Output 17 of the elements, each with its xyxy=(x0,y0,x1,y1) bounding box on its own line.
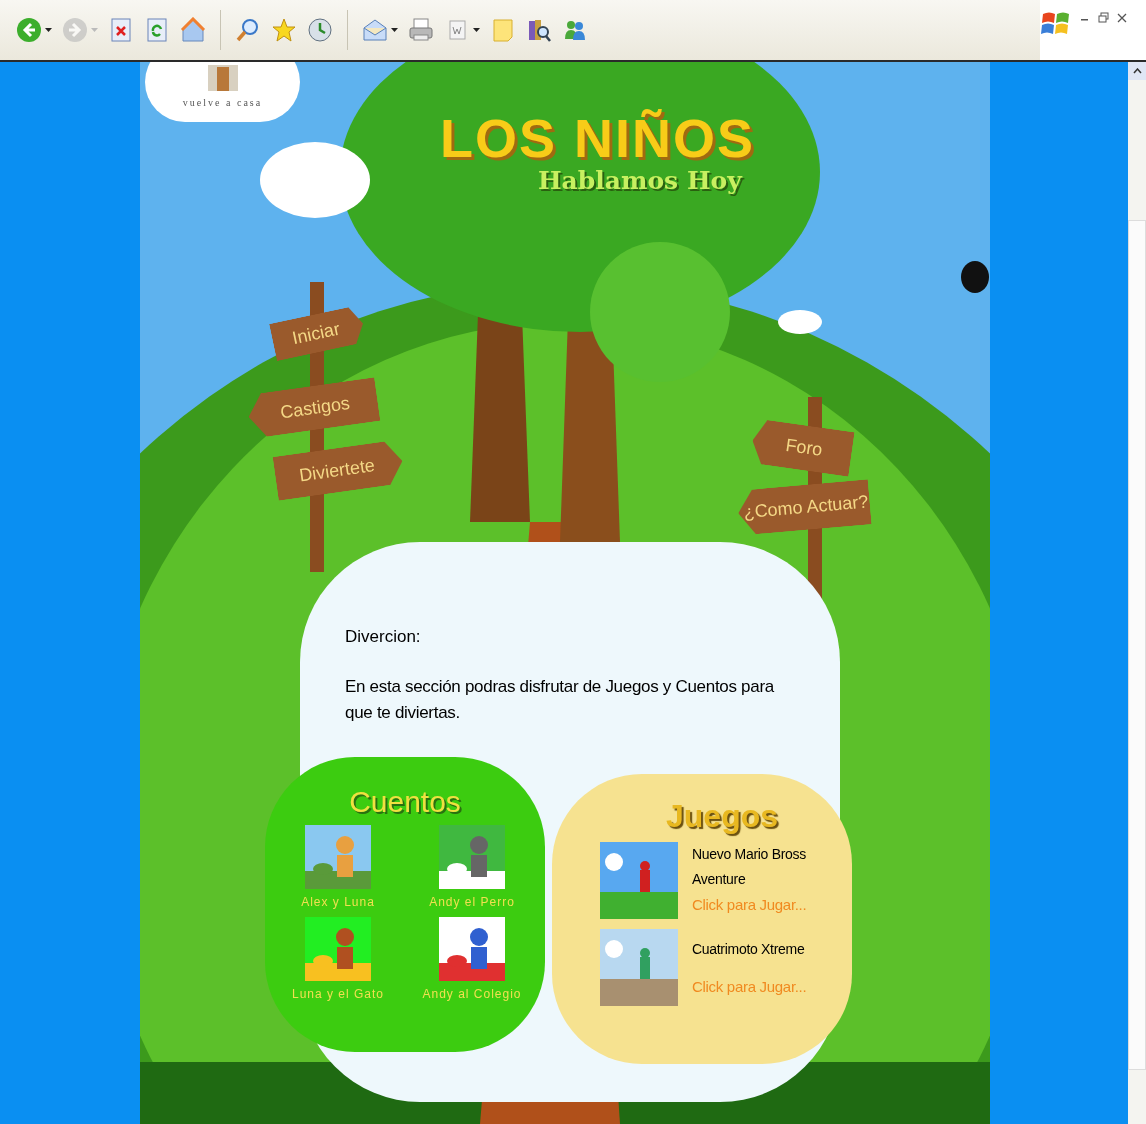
printer-icon[interactable] xyxy=(408,17,434,43)
dropdown-caret-icon[interactable] xyxy=(391,28,398,32)
stop-icon[interactable] xyxy=(108,17,134,43)
books-icon[interactable] xyxy=(526,17,552,43)
caret-icon xyxy=(1132,68,1142,74)
scroll-up-button[interactable] xyxy=(1128,62,1146,80)
scroll-thumb[interactable] xyxy=(1128,220,1146,1070)
star-icon[interactable] xyxy=(271,17,297,43)
scrollbar[interactable] xyxy=(1128,62,1146,1124)
history-icon[interactable] xyxy=(307,17,333,43)
close-icon[interactable] xyxy=(1117,12,1127,24)
dropdown-caret-icon[interactable] xyxy=(473,28,480,32)
restore-icon[interactable] xyxy=(1098,12,1109,24)
home-icon[interactable] xyxy=(180,17,206,43)
refresh-icon[interactable] xyxy=(144,17,170,43)
dropdown-caret-icon[interactable] xyxy=(45,28,52,32)
search-icon[interactable] xyxy=(235,17,261,43)
